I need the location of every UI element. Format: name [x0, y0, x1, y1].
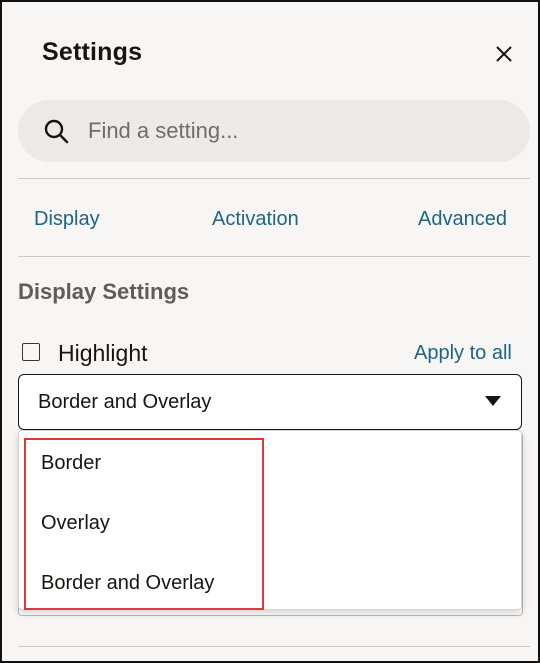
divider: [18, 646, 530, 647]
option-border[interactable]: Border: [41, 452, 101, 475]
search-bar[interactable]: [18, 100, 530, 162]
tab-advanced[interactable]: Advanced: [418, 208, 507, 231]
panel-title: Settings: [42, 38, 143, 66]
select-value: Border and Overlay: [38, 391, 212, 413]
section-title: Display Settings: [18, 279, 190, 304]
highlight-checkbox[interactable]: [22, 343, 40, 361]
close-icon: [496, 46, 512, 62]
tab-display[interactable]: Display: [34, 208, 100, 231]
tab-activation[interactable]: Activation: [212, 208, 299, 231]
settings-panel: Settings Display Activation Advanced Dis…: [0, 0, 540, 663]
apply-to-all-link[interactable]: Apply to all: [414, 342, 512, 365]
highlight-label: Highlight: [58, 340, 148, 366]
divider: [18, 256, 530, 257]
chevron-down-icon: [485, 396, 501, 406]
highlight-select[interactable]: Border and Overlay: [18, 374, 522, 430]
divider: [18, 178, 530, 179]
search-input[interactable]: [88, 114, 508, 148]
dropdown-listbox: Border Overlay Border and Overlay: [18, 430, 522, 610]
search-icon: [44, 119, 69, 144]
option-border-and-overlay[interactable]: Border and Overlay: [41, 572, 214, 595]
close-button[interactable]: [490, 40, 518, 68]
option-overlay[interactable]: Overlay: [41, 512, 110, 535]
